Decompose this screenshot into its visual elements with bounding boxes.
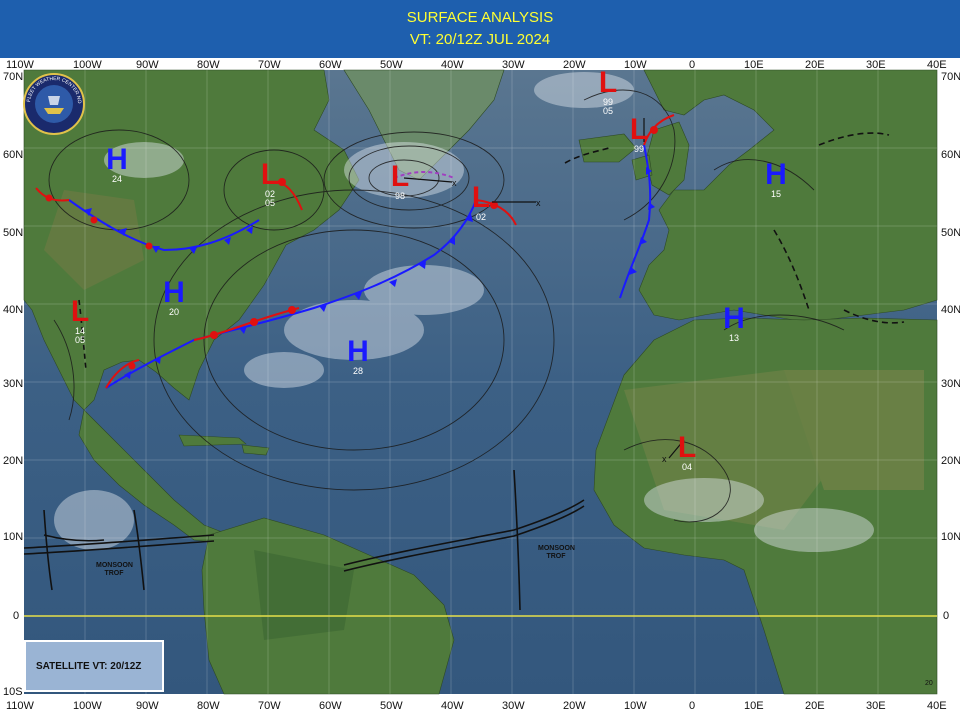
low-symbol: L: [677, 431, 697, 464]
low-pressure-center: L 99 05: [596, 68, 620, 116]
pressure-value: 13: [728, 333, 739, 343]
corner-mark: 20: [925, 680, 933, 687]
pressure-value: 14 05: [74, 326, 85, 345]
satellite-valid-time: SATELLITE VT: 20/12Z: [36, 661, 142, 672]
low-pressure-center: L 02: [469, 183, 493, 222]
monsoon-trough-label: MONSOON TROF: [96, 562, 133, 577]
high-symbol: H: [723, 302, 745, 335]
low-symbol: L: [390, 160, 410, 193]
high-pressure-center: H 13: [722, 304, 746, 343]
low-symbol: L: [471, 181, 491, 214]
high-pressure-center: H 28: [346, 337, 370, 376]
high-symbol: H: [347, 335, 369, 368]
low-symbol: L: [260, 158, 280, 191]
pressure-value: 24: [111, 174, 122, 184]
high-symbol: H: [765, 158, 787, 191]
pressure-value: 28: [352, 366, 363, 376]
surface-analysis-map: x x x: [23, 69, 938, 695]
arrow-end-mark: x: [452, 178, 457, 188]
high-pressure-center: H 20: [162, 278, 186, 317]
valid-time: VT: 20/12Z JUL 2024: [409, 31, 551, 48]
low-symbol: L: [629, 113, 649, 146]
low-symbol: L: [70, 295, 90, 328]
pressure-value: 98: [394, 191, 405, 201]
satellite-time-box: SATELLITE VT: 20/12Z: [24, 640, 164, 692]
pressure-value: 15: [770, 189, 781, 199]
high-pressure-center: H 15: [764, 160, 788, 199]
fleet-weather-center-logo: FLEET WEATHER CENTER NORFOLK: [22, 72, 85, 135]
pressure-value: 99: [633, 144, 644, 154]
low-pressure-center: L 98: [388, 162, 412, 201]
low-pressure-center: L 02 05: [258, 160, 282, 208]
monsoon-trough-label: MONSOON TROF: [538, 545, 575, 560]
high-symbol: H: [163, 276, 185, 309]
low-pressure-center: L 99: [627, 115, 651, 154]
arrow-end-mark: x: [536, 198, 541, 208]
pressure-value: 02: [475, 212, 486, 222]
high-symbol: H: [106, 143, 128, 176]
pressure-value: 20: [168, 307, 179, 317]
map-title: SURFACE ANALYSIS: [406, 9, 554, 26]
pressure-value: 02 05: [264, 189, 275, 208]
low-symbol: L: [598, 66, 618, 99]
pressure-value: 99 05: [602, 97, 613, 116]
low-pressure-center: L 14 05: [68, 297, 92, 345]
low-pressure-center: L 04: [675, 433, 699, 472]
arrow-end-mark: x: [662, 454, 667, 464]
high-pressure-center: H 24: [105, 145, 129, 184]
map-header: SURFACE ANALYSIS VT: 20/12Z JUL 2024: [0, 0, 960, 58]
pressure-value: 04: [681, 462, 692, 472]
